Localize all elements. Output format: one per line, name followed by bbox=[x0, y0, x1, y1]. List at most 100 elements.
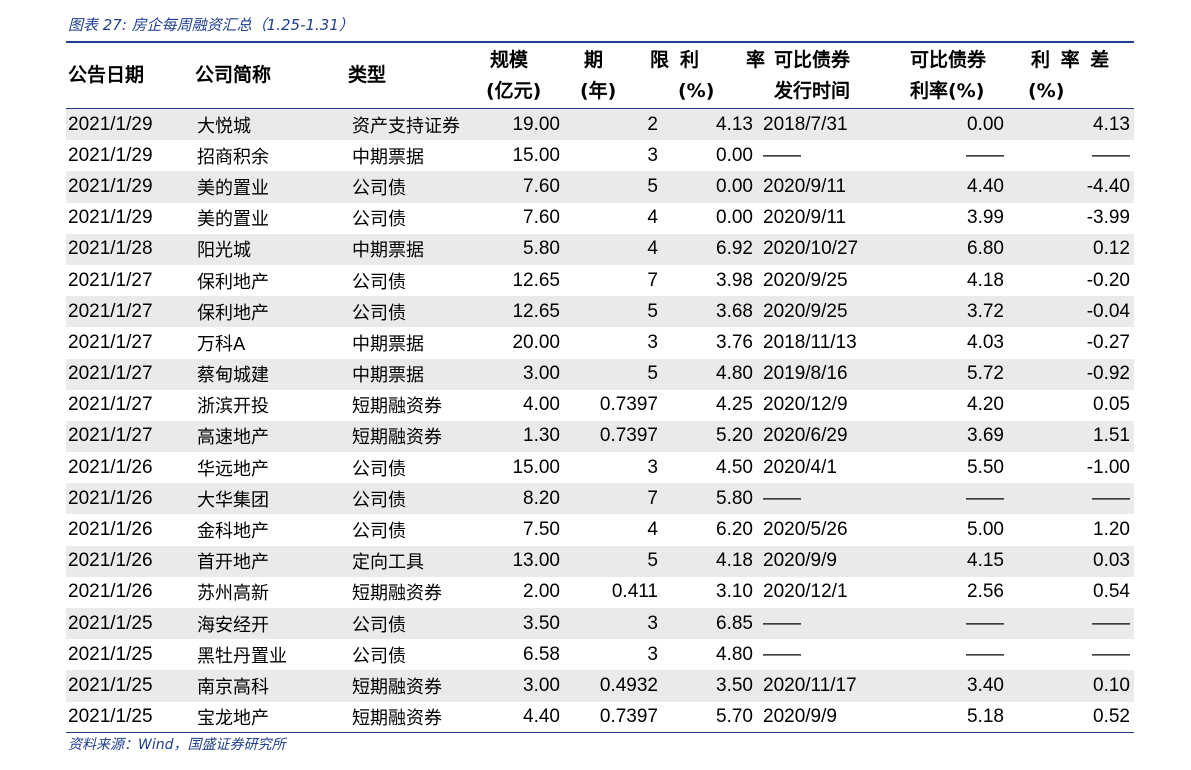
cell-rate: 3.10 bbox=[716, 581, 753, 603]
cell-scale: 5.80 bbox=[481, 233, 564, 265]
cell-scale: 3.00 bbox=[481, 670, 564, 702]
table-row: 2021/1/27 蔡甸城建 中期票据 3.00 5 4.80 2019/8/16 5.72-… bbox=[66, 358, 1134, 390]
cell-date: 2021/1/27 bbox=[68, 331, 153, 353]
table-row: 2021/1/25 海安经开 公司债 3.50 3 6.85 —— —— —— bbox=[66, 608, 1134, 640]
cell-comp-rate: —— bbox=[885, 483, 1008, 515]
cell-comp-time: 2020/12/1 bbox=[763, 581, 848, 603]
cell-date: 2021/1/26 bbox=[68, 456, 153, 478]
cell-comp-time: —— bbox=[763, 643, 801, 665]
cell-spread: 0.03 bbox=[1008, 545, 1134, 577]
cell-comp-rate: 4.03 bbox=[967, 331, 1004, 353]
cell-term: 0.7397 bbox=[599, 706, 658, 728]
cell-company: 海安经开 bbox=[191, 608, 346, 640]
cell-company: 蔡甸城建 bbox=[191, 358, 346, 390]
cell-spread: -0.20 bbox=[1086, 269, 1130, 291]
cell-scale: 12.65 bbox=[512, 269, 560, 291]
cell-type: 短期融资券 bbox=[352, 396, 442, 418]
cell-term: 0.7397 bbox=[564, 420, 662, 453]
cell-date: 2021/1/27 bbox=[66, 358, 191, 390]
cell-type: 公司债 bbox=[352, 645, 406, 667]
cell-term: 4 bbox=[647, 519, 658, 541]
cell-comp-rate: 4.18 bbox=[967, 269, 1004, 291]
cell-rate: 0.00 bbox=[662, 171, 757, 203]
header-date: 公告日期 bbox=[68, 64, 145, 86]
cell-rate: 4.50 bbox=[716, 456, 753, 478]
header-term-line2: (年) bbox=[580, 80, 617, 102]
cell-company: 大悦城 bbox=[191, 109, 346, 141]
cell-scale: 7.50 bbox=[523, 519, 560, 541]
cell-company: 美的置业 bbox=[191, 171, 346, 203]
cell-term: 3 bbox=[647, 331, 658, 353]
cell-term: 5 bbox=[564, 545, 662, 577]
cell-company: 华远地产 bbox=[197, 458, 269, 480]
cell-type: 资产支持证券 bbox=[346, 109, 481, 141]
header-spread-line2: (%) bbox=[1028, 80, 1065, 102]
cell-spread: 1.51 bbox=[1008, 420, 1134, 453]
cell-term: 7 bbox=[647, 269, 658, 291]
cell-term: 3 bbox=[647, 643, 658, 665]
cell-type: 公司债 bbox=[346, 296, 481, 328]
cell-type: 公司债 bbox=[346, 608, 481, 640]
cell-spread: —— bbox=[1092, 144, 1130, 166]
cell-rate: 5.70 bbox=[716, 706, 753, 728]
cell-term: 0.4932 bbox=[564, 670, 662, 702]
cell-rate: 3.68 bbox=[662, 296, 757, 328]
cell-comp-time: 2020/5/26 bbox=[763, 519, 848, 541]
header-type: 类型 bbox=[348, 64, 387, 86]
cell-company: 宝龙地产 bbox=[197, 708, 269, 730]
cell-type: 中期票据 bbox=[352, 146, 424, 168]
cell-scale: 7.60 bbox=[523, 207, 560, 229]
cell-spread: -0.92 bbox=[1008, 358, 1134, 390]
cell-term: 4 bbox=[564, 233, 662, 265]
cell-comp-rate: —— bbox=[966, 144, 1004, 166]
cell-scale: 8.20 bbox=[481, 483, 564, 515]
cell-comp-rate: 5.72 bbox=[885, 358, 1008, 390]
cell-rate: 4.80 bbox=[662, 358, 757, 390]
cell-type: 短期融资券 bbox=[352, 708, 442, 730]
cell-spread: 0.52 bbox=[1093, 706, 1130, 728]
table-row: 2021/1/26 首开地产 定向工具 13.00 5 4.18 2020/9/9 4.15 0… bbox=[66, 545, 1134, 577]
cell-comp-time: 2018/11/13 bbox=[763, 331, 857, 353]
table-row: 2021/1/26 华远地产 公司债 15.00 3 4.50 2020/4/1 5.50 -1… bbox=[66, 452, 1134, 483]
cell-comp-rate: 0.00 bbox=[885, 109, 1008, 141]
cell-scale: 15.00 bbox=[512, 456, 560, 478]
cell-term: 5 bbox=[564, 358, 662, 390]
cell-date: 2021/1/29 bbox=[66, 171, 191, 203]
cell-rate: 6.20 bbox=[716, 519, 753, 541]
table-row: 2021/1/26 金科地产 公司债 7.50 4 6.20 2020/5/26 5.00 1.… bbox=[66, 514, 1134, 545]
cell-comp-time: 2020/6/29 bbox=[757, 420, 885, 453]
cell-comp-time: 2020/12/9 bbox=[763, 394, 848, 416]
cell-date: 2021/1/27 bbox=[68, 269, 153, 291]
financing-table: 2021/1/29 大悦城 资产支持证券 19.00 2 4.13 2018/7/31 0.0… bbox=[66, 109, 1134, 733]
cell-rate: 0.00 bbox=[716, 144, 753, 166]
cell-scale: 20.00 bbox=[512, 331, 560, 353]
cell-comp-rate: —— bbox=[885, 608, 1008, 640]
cell-rate: 5.80 bbox=[662, 483, 757, 515]
cell-term: 5 bbox=[564, 171, 662, 203]
cell-scale: 4.00 bbox=[523, 394, 560, 416]
table-row: 2021/1/29 美的置业 公司债 7.60 4 0.00 2020/9/11 3.99 -3… bbox=[66, 203, 1134, 234]
cell-spread: 1.20 bbox=[1093, 519, 1130, 541]
cell-company: 金科地产 bbox=[197, 521, 269, 543]
header-rate-line1: 利 率 bbox=[680, 49, 780, 71]
cell-company: 大华集团 bbox=[191, 483, 346, 515]
cell-rate: 4.80 bbox=[716, 643, 753, 665]
cell-date: 2021/1/25 bbox=[66, 608, 191, 640]
cell-type: 中期票据 bbox=[352, 333, 424, 355]
cell-spread: —— bbox=[1008, 608, 1134, 640]
cell-spread: -4.40 bbox=[1008, 171, 1134, 203]
cell-date: 2021/1/26 bbox=[66, 483, 191, 515]
header-spread-line1: 利 率 差 bbox=[1031, 49, 1112, 71]
cell-rate: 0.00 bbox=[716, 207, 753, 229]
cell-type: 短期融资券 bbox=[352, 583, 442, 605]
cell-comp-rate: 3.99 bbox=[967, 207, 1004, 229]
cell-comp-time: 2020/9/9 bbox=[757, 545, 885, 577]
cell-company: 阳光城 bbox=[191, 233, 346, 265]
cell-comp-rate: 2.56 bbox=[967, 581, 1004, 603]
cell-company: 万科A bbox=[197, 333, 246, 355]
cell-scale: 7.60 bbox=[481, 171, 564, 203]
cell-rate: 5.20 bbox=[662, 420, 757, 453]
table-row: 2021/1/25 宝龙地产 短期融资券 4.40 0.7397 5.70 2020/9/9… bbox=[66, 702, 1134, 733]
cell-term: 5 bbox=[564, 296, 662, 328]
cell-comp-time: 2020/10/27 bbox=[757, 233, 885, 265]
